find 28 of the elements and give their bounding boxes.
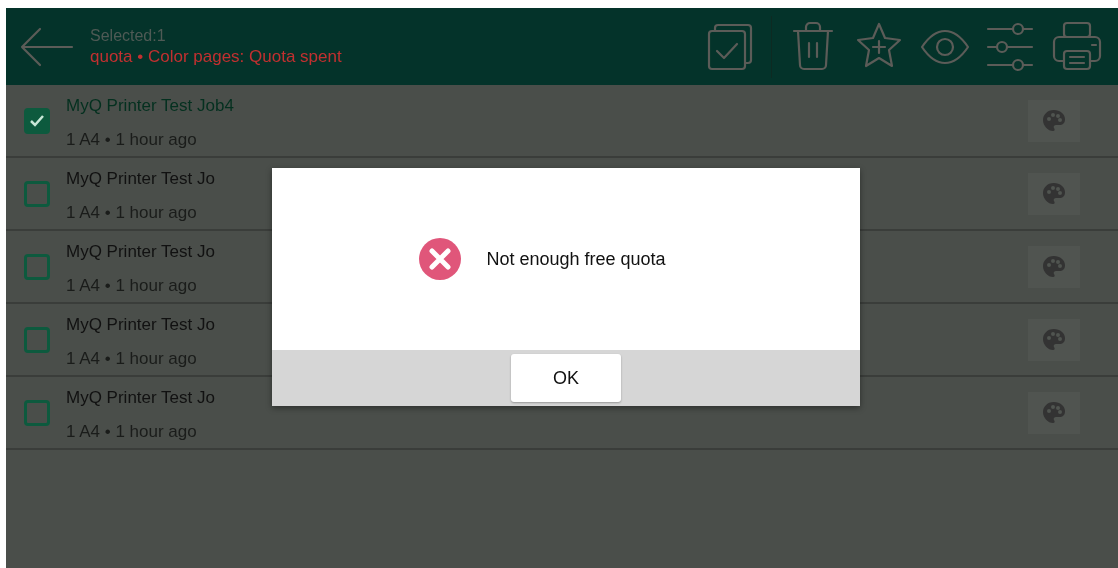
job-title: MyQ Printer Test Job4: [66, 94, 234, 117]
checkbox[interactable]: [24, 107, 50, 134]
selected-count: Selected:1: [90, 25, 167, 46]
palette-button[interactable]: [1028, 391, 1080, 434]
palette-button[interactable]: [1028, 318, 1080, 361]
palette-button[interactable]: [1028, 99, 1080, 142]
checkbox[interactable]: [24, 326, 50, 353]
sliders-icon[interactable]: [986, 20, 1036, 73]
checkmark-icon: [29, 113, 45, 128]
checkbox[interactable]: [24, 253, 50, 280]
error-icon: [418, 237, 463, 281]
checkbox[interactable]: [24, 180, 50, 207]
quota-status: quota • Color pages: Quota spent: [90, 45, 343, 68]
job-title: MyQ Printer Test Jo: [66, 386, 215, 409]
palette-button[interactable]: [1028, 172, 1080, 215]
palette-icon: [1041, 107, 1067, 134]
dialog-message: Not enough free quota: [486, 247, 666, 271]
checkbox[interactable]: [24, 399, 50, 426]
palette-icon: [1041, 399, 1067, 426]
palette-icon: [1041, 326, 1067, 353]
palette-button[interactable]: [1028, 245, 1080, 288]
printer-icon[interactable]: [1052, 20, 1102, 73]
job-title: MyQ Printer Test Jo: [66, 167, 215, 190]
ok-button[interactable]: OK: [511, 354, 621, 402]
job-title: MyQ Printer Test Jo: [66, 313, 215, 336]
palette-icon: [1041, 180, 1067, 207]
palette-icon: [1041, 253, 1067, 280]
job-title: MyQ Printer Test Jo: [66, 240, 215, 263]
